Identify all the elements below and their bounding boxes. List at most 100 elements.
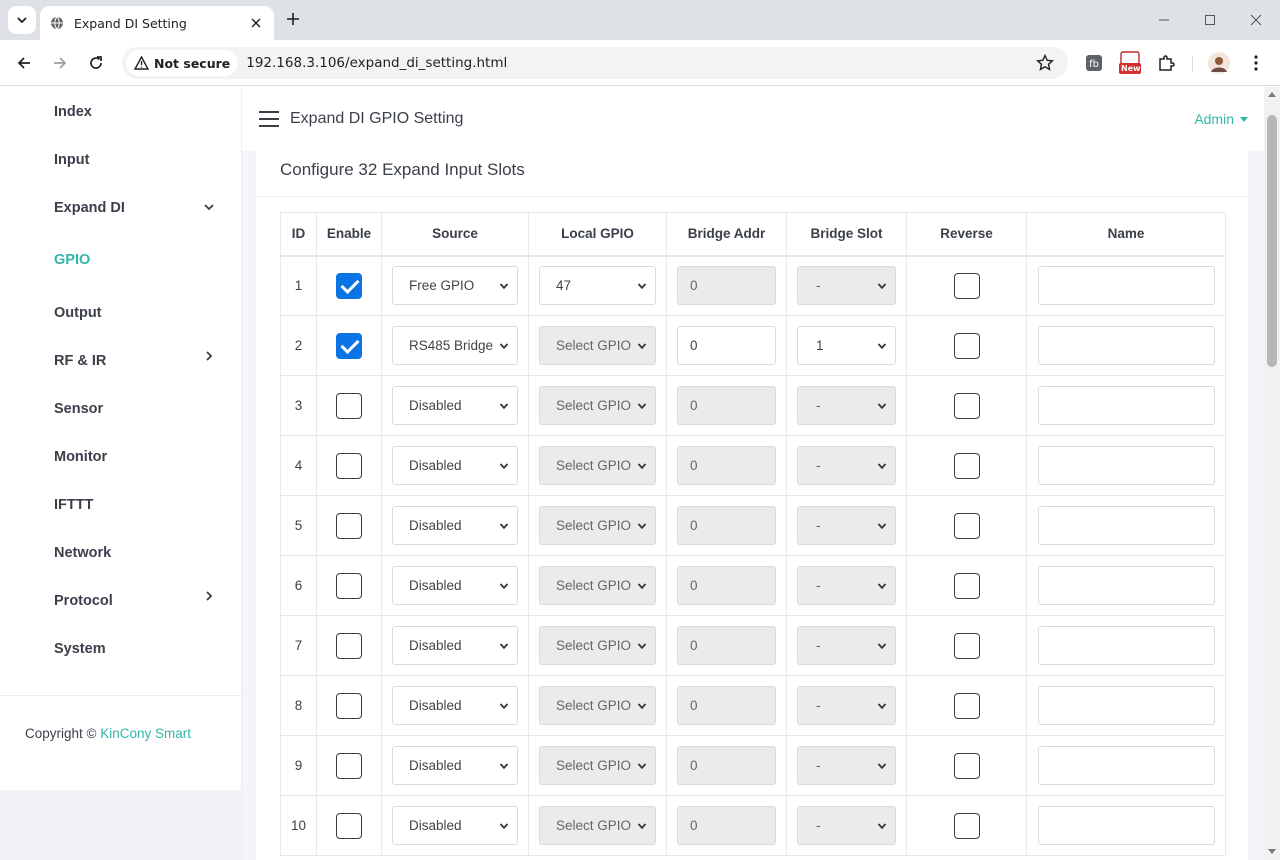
profile-button[interactable] [1207, 51, 1231, 75]
tab-search-button[interactable] [8, 6, 36, 34]
bridge-addr-input[interactable]: 0 [677, 266, 776, 306]
source-select[interactable]: Disabled [392, 746, 518, 785]
window-close-button[interactable] [1246, 10, 1266, 30]
extension-1-button[interactable]: fb [1082, 51, 1106, 75]
url-text[interactable]: 192.168.3.106/expand_di_setting.html [246, 55, 507, 71]
forward-button[interactable] [48, 51, 72, 75]
reverse-checkbox[interactable] [953, 752, 980, 779]
bridge-slot-select[interactable]: - [797, 626, 896, 665]
reverse-checkbox[interactable] [953, 812, 980, 839]
enable-checkbox[interactable] [336, 752, 362, 779]
reverse-checkbox[interactable] [953, 452, 980, 479]
bridge-slot-select[interactable]: - [797, 566, 896, 605]
bridge-addr-input[interactable]: 0 [677, 686, 776, 725]
bridge-addr-input[interactable]: 0 [677, 386, 776, 425]
source-select[interactable]: Disabled [392, 566, 518, 605]
chevron-right-icon[interactable] [202, 589, 216, 603]
source-select[interactable]: Disabled [392, 446, 518, 485]
reverse-checkbox[interactable] [953, 572, 980, 599]
scrollbar-thumb[interactable] [1267, 115, 1277, 367]
bridge-slot-select[interactable]: - [797, 746, 896, 785]
sidebar-item-gpio[interactable]: GPIO [54, 252, 90, 268]
reverse-checkbox[interactable] [953, 332, 980, 359]
bookmark-star-icon[interactable] [1036, 54, 1054, 72]
bridge-addr-input[interactable]: 0 [677, 506, 776, 545]
name-input[interactable] [1037, 266, 1215, 306]
enable-checkbox[interactable] [336, 332, 362, 359]
sidebar-item-expand-di[interactable]: Expand DI [54, 200, 125, 216]
local-gpio-select[interactable]: Select GPIO [539, 626, 656, 665]
source-select[interactable]: Free GPIO [392, 266, 518, 306]
bridge-addr-input[interactable]: 0 [677, 446, 776, 485]
sidebar-item-protocol[interactable]: Protocol [54, 593, 113, 609]
source-select[interactable]: Disabled [392, 686, 518, 725]
local-gpio-select[interactable]: Select GPIO [539, 386, 656, 425]
bridge-slot-select[interactable]: - [797, 386, 896, 425]
name-input[interactable] [1037, 806, 1215, 845]
close-icon[interactable] [248, 15, 264, 31]
bridge-slot-select[interactable]: - [797, 686, 896, 725]
sidebar-item-output[interactable]: Output [54, 305, 102, 321]
local-gpio-select[interactable]: Select GPIO [539, 326, 656, 365]
bridge-slot-select[interactable]: - [797, 506, 896, 545]
local-gpio-select[interactable]: Select GPIO [539, 566, 656, 605]
enable-checkbox[interactable] [336, 812, 362, 839]
chevron-down-icon[interactable] [202, 200, 216, 214]
bridge-addr-input[interactable]: 0 [677, 746, 776, 785]
reverse-checkbox[interactable] [953, 512, 980, 539]
local-gpio-select[interactable]: Select GPIO [539, 806, 656, 845]
extension-2-button[interactable]: New [1118, 51, 1142, 75]
bridge-addr-input[interactable]: 0 [677, 626, 776, 665]
security-chip[interactable]: Not secure [126, 50, 239, 76]
bridge-slot-select[interactable]: - [797, 446, 896, 485]
address-bar[interactable]: Not secure 192.168.3.106/expand_di_setti… [122, 47, 1068, 79]
bridge-slot-select[interactable]: - [797, 266, 896, 306]
name-input[interactable] [1037, 506, 1215, 545]
enable-checkbox[interactable] [336, 272, 362, 299]
bridge-addr-input[interactable]: 0 [677, 326, 776, 365]
maximize-button[interactable] [1200, 10, 1220, 30]
sidebar-item-rf-ir[interactable]: RF & IR [54, 353, 106, 369]
chevron-right-icon[interactable] [202, 349, 216, 363]
name-input[interactable] [1037, 626, 1215, 665]
name-input[interactable] [1037, 446, 1215, 485]
hamburger-menu-icon[interactable] [258, 110, 280, 128]
reload-button[interactable] [84, 51, 108, 75]
bridge-slot-select[interactable]: - [797, 806, 896, 845]
name-input[interactable] [1037, 686, 1215, 725]
reverse-checkbox[interactable] [953, 272, 980, 299]
name-input[interactable] [1037, 326, 1215, 365]
reverse-checkbox[interactable] [953, 392, 980, 419]
minimize-button[interactable] [1154, 10, 1174, 30]
admin-dropdown[interactable]: Admin [1194, 111, 1248, 127]
scroll-up-arrow-icon[interactable] [1268, 92, 1276, 97]
enable-checkbox[interactable] [336, 512, 362, 539]
enable-checkbox[interactable] [336, 452, 362, 479]
name-input[interactable] [1037, 386, 1215, 425]
enable-checkbox[interactable] [336, 392, 362, 419]
source-select[interactable]: Disabled [392, 506, 518, 545]
reverse-checkbox[interactable] [953, 692, 980, 719]
extensions-button[interactable] [1154, 51, 1178, 75]
local-gpio-select[interactable]: Select GPIO [539, 506, 656, 545]
enable-checkbox[interactable] [336, 572, 362, 599]
bridge-addr-input[interactable]: 0 [677, 806, 776, 845]
bridge-slot-select[interactable]: 1 [797, 326, 896, 365]
bridge-addr-input[interactable]: 0 [677, 566, 776, 605]
scroll-down-arrow-icon[interactable] [1268, 849, 1276, 854]
name-input[interactable] [1037, 566, 1215, 605]
source-select[interactable]: Disabled [392, 386, 518, 425]
source-select[interactable]: RS485 Bridge [392, 326, 518, 365]
browser-tab[interactable]: Expand DI Setting [40, 6, 274, 40]
copyright-brand-link[interactable]: KinCony Smart [100, 726, 191, 741]
local-gpio-select[interactable]: Select GPIO [539, 446, 656, 485]
back-button[interactable] [12, 51, 36, 75]
sidebar-item-system[interactable]: System [54, 641, 106, 657]
local-gpio-select[interactable]: 47 [539, 266, 656, 306]
sidebar-item-index[interactable]: Index [54, 104, 92, 120]
source-select[interactable]: Disabled [392, 626, 518, 665]
reverse-checkbox[interactable] [953, 632, 980, 659]
sidebar-item-input[interactable]: Input [54, 152, 89, 168]
enable-checkbox[interactable] [336, 692, 362, 719]
source-select[interactable]: Disabled [392, 806, 518, 845]
